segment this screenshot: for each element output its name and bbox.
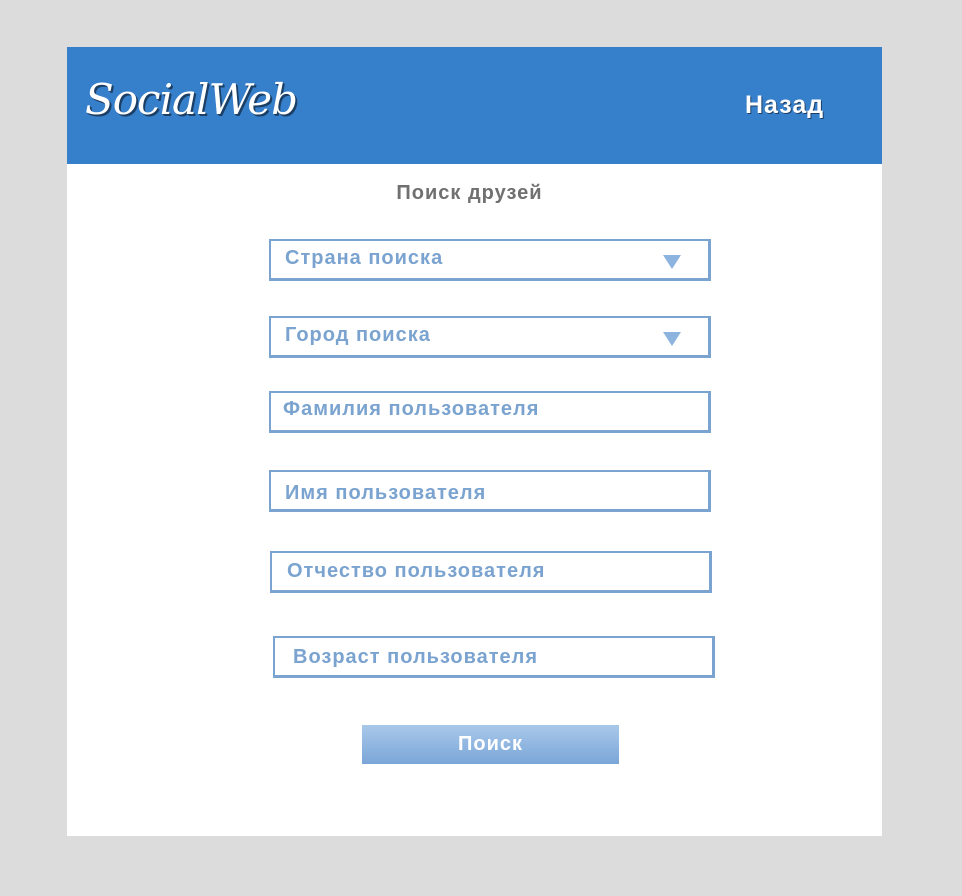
app-logo[interactable]: SocialWeb <box>85 75 298 124</box>
back-link[interactable]: Назад <box>745 91 824 120</box>
page-title: Поиск друзей <box>396 182 543 204</box>
age-placeholder: Возраст пользователя <box>293 646 539 668</box>
country-select[interactable]: Страна поиска <box>269 239 711 281</box>
last-name-placeholder: Фамилия пользователя <box>283 398 540 420</box>
age-field[interactable]: Возраст пользователя <box>273 636 715 678</box>
main-card: SocialWeb Назад Поиск друзей Страна поис… <box>67 47 882 836</box>
city-select-label: Город поиска <box>285 324 431 346</box>
city-select[interactable]: Город поиска <box>269 316 711 358</box>
last-name-field[interactable]: Фамилия пользователя <box>269 391 711 433</box>
triangle-down-icon <box>663 255 681 269</box>
country-select-label: Страна поиска <box>285 247 444 269</box>
header-bar: SocialWeb Назад <box>67 47 882 164</box>
first-name-field[interactable]: Имя пользователя <box>269 470 711 512</box>
first-name-placeholder: Имя пользователя <box>285 482 487 504</box>
patronymic-field[interactable]: Отчество пользователя <box>270 551 712 593</box>
patronymic-placeholder: Отчество пользователя <box>287 560 546 582</box>
triangle-down-icon <box>663 332 681 346</box>
search-button[interactable]: Поиск <box>362 725 619 764</box>
